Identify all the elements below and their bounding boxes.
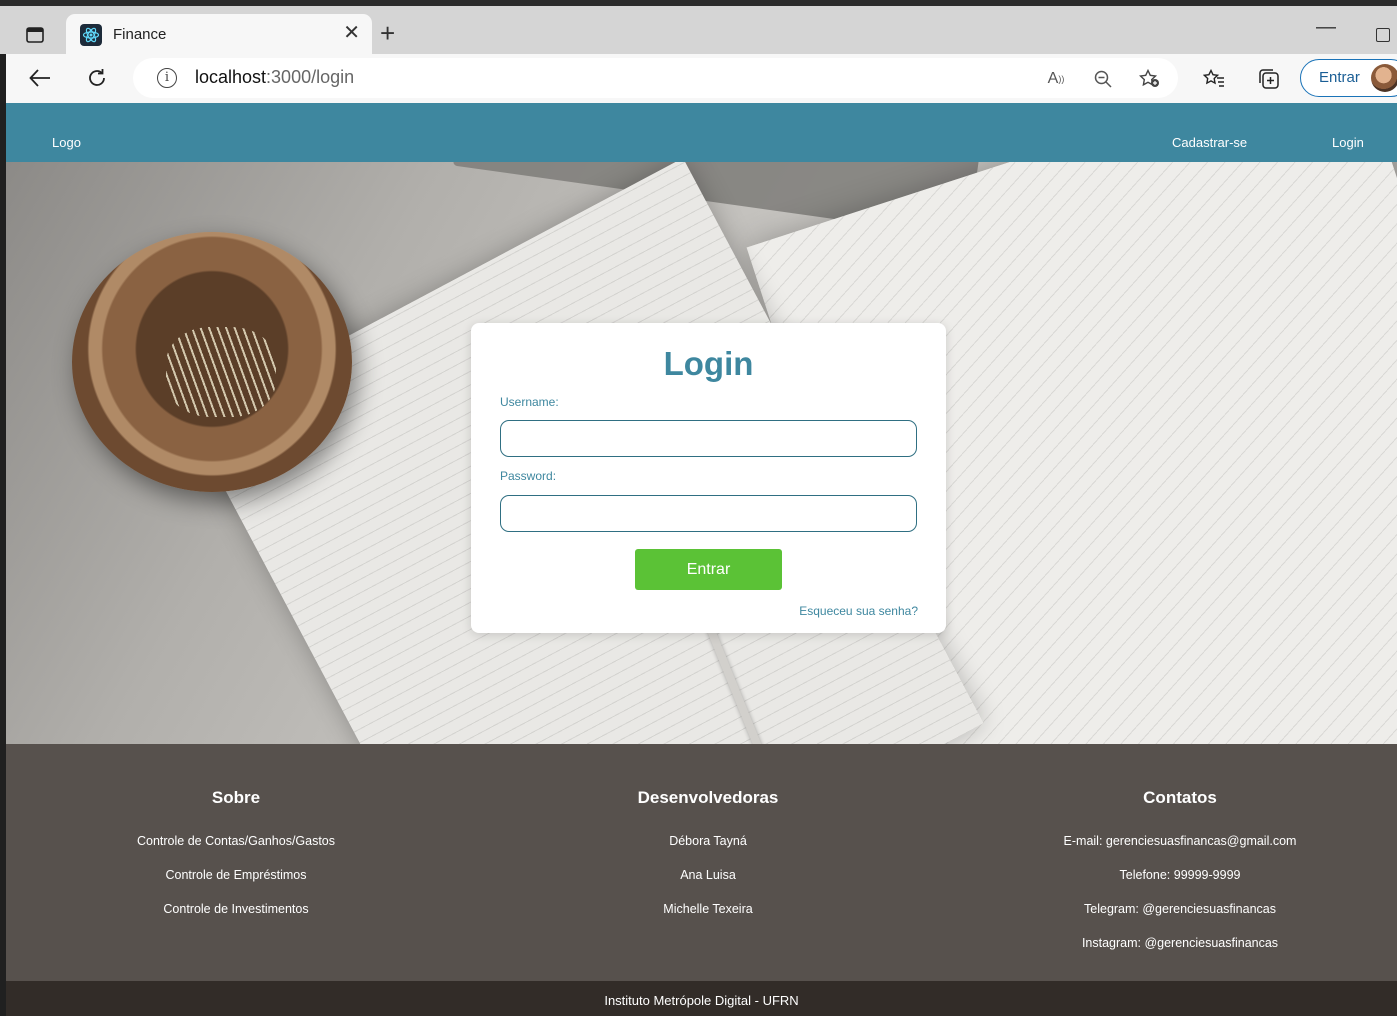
site-logo[interactable]: Logo: [52, 135, 81, 150]
zoom-out-icon[interactable]: [1091, 67, 1115, 91]
tab-actions-icon[interactable]: [22, 22, 48, 48]
login-submit-button[interactable]: Entrar: [635, 549, 782, 590]
username-label: Username:: [500, 395, 559, 409]
hero-background-photo: Login Username: Password: Entrar Esquece…: [6, 162, 1397, 744]
page-viewport: Logo Cadastrar-se Login Login Username: …: [6, 103, 1397, 1016]
favorites-icon[interactable]: [1201, 66, 1227, 92]
collections-icon[interactable]: [1256, 66, 1282, 92]
avatar: [1371, 64, 1397, 92]
list-item: Controle de Empréstimos: [165, 868, 307, 882]
minimize-icon[interactable]: —: [1316, 16, 1336, 39]
background-paperclips-shape: [166, 327, 276, 417]
address-bar[interactable]: i localhost:3000/login A)): [133, 58, 1178, 98]
password-label: Password:: [500, 469, 557, 483]
forgot-password-link[interactable]: Esqueceu sua senha?: [799, 604, 918, 618]
list-item: Débora Tayná: [669, 834, 747, 848]
list-item: Telegram: @gerenciesuasfinancas: [1084, 902, 1276, 916]
plus-icon[interactable]: +: [380, 20, 395, 46]
list-item: E-mail: gerenciesuasfinancas@gmail.com: [1063, 834, 1297, 848]
footer-about-title: Sobre: [211, 788, 261, 807]
nav-login-link[interactable]: Login: [1332, 135, 1364, 150]
address-bar-row: i localhost:3000/login A)) Entrar: [6, 54, 1397, 103]
tab-title: Finance: [113, 26, 167, 43]
info-icon[interactable]: i: [157, 68, 177, 88]
profile-button[interactable]: Entrar: [1300, 59, 1397, 97]
footer-developers-list: Débora Tayná Ana Luisa Michelle Texeira: [478, 834, 938, 936]
maximize-icon[interactable]: [1376, 28, 1390, 42]
list-item: Instagram: @gerenciesuasfinancas: [1081, 936, 1279, 950]
password-input[interactable]: [500, 495, 917, 532]
site-footer: Sobre Controle de Contas/Ganhos/Gastos C…: [6, 744, 1397, 981]
back-arrow-icon[interactable]: [25, 63, 55, 93]
favorite-add-icon[interactable]: [1138, 67, 1162, 91]
list-item: Controle de Contas/Ganhos/Gastos: [136, 834, 336, 848]
footer-contacts-list: E-mail: gerenciesuasfinancas@gmail.com T…: [950, 834, 1397, 970]
footer-contacts-title: Contatos: [1143, 788, 1217, 807]
react-favicon-icon: [80, 24, 102, 46]
browser-tab-bar: Finance ✕ + —: [0, 0, 1397, 60]
read-aloud-icon[interactable]: A)): [1044, 67, 1068, 91]
username-input[interactable]: [500, 420, 917, 457]
site-header: Logo Cadastrar-se Login: [6, 103, 1397, 162]
list-item: Controle de Investimentos: [163, 902, 309, 916]
nav-register-link[interactable]: Cadastrar-se: [1172, 135, 1247, 150]
footer-developers-title: Desenvolvedoras: [637, 788, 779, 807]
reload-icon[interactable]: [82, 63, 112, 93]
url-text: localhost:3000/login: [195, 67, 355, 87]
close-icon[interactable]: ✕: [343, 23, 360, 43]
list-item: Ana Luisa: [680, 868, 736, 882]
list-item: Telefone: 99999-9999: [1119, 868, 1241, 882]
login-card: Login Username: Password: Entrar Esquece…: [471, 323, 946, 633]
profile-label: Entrar: [1319, 69, 1360, 86]
list-item: Michelle Texeira: [663, 902, 753, 916]
footer-bottom-bar: Instituto Metrópole Digital - UFRN: [6, 981, 1397, 1016]
footer-about-list: Controle de Contas/Ganhos/Gastos Control…: [6, 834, 466, 936]
login-title: Login: [663, 345, 754, 382]
